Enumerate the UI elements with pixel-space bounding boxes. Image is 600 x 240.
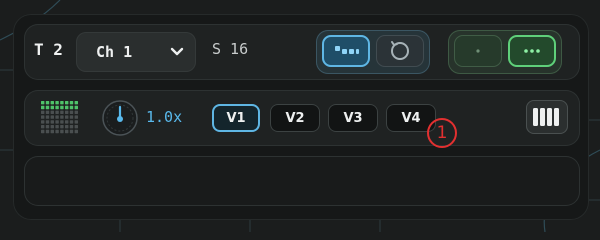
grid-cell bbox=[74, 115, 78, 119]
empty-lane-row bbox=[24, 156, 580, 206]
grid-cell bbox=[65, 125, 69, 129]
ellipsis-icon bbox=[524, 49, 540, 53]
mode-toggle-group bbox=[316, 30, 430, 74]
grid-cell bbox=[45, 101, 50, 105]
grid-cell bbox=[60, 110, 64, 114]
chevron-down-icon bbox=[170, 47, 184, 56]
pattern-icon bbox=[335, 46, 359, 54]
grid-cell bbox=[41, 105, 45, 110]
grid-cell bbox=[65, 120, 69, 124]
speed-value: 1.0x bbox=[146, 108, 183, 126]
grid-cell bbox=[69, 125, 74, 129]
variation-v3-button[interactable]: V3 bbox=[328, 104, 378, 132]
grid-cell bbox=[65, 105, 69, 110]
channel-label: Ch 1 bbox=[96, 43, 133, 61]
grid-cell bbox=[69, 129, 74, 134]
grid-cell bbox=[65, 110, 69, 114]
grid-cell bbox=[74, 110, 78, 114]
output-toggle-group bbox=[448, 30, 562, 74]
level-meter-icon bbox=[533, 108, 559, 126]
grid-cell bbox=[41, 101, 45, 105]
grid-cell bbox=[74, 120, 78, 124]
grid-cell bbox=[60, 101, 64, 105]
grid-cell bbox=[50, 101, 54, 105]
grid-cell bbox=[45, 115, 50, 119]
step-count-label: S 16 bbox=[212, 40, 249, 58]
grid-cell bbox=[69, 101, 74, 105]
single-dot-button[interactable] bbox=[454, 35, 502, 67]
pattern-mode-button[interactable] bbox=[322, 35, 370, 67]
grid-cell bbox=[41, 120, 45, 124]
grid-cell bbox=[69, 105, 74, 110]
grid-cell bbox=[74, 129, 78, 134]
grid-cell bbox=[55, 120, 59, 124]
grid-cell bbox=[60, 129, 64, 134]
grid-cell bbox=[65, 115, 69, 119]
grid-cell bbox=[65, 101, 69, 105]
grid-cell bbox=[69, 115, 74, 119]
level-meter-button[interactable] bbox=[526, 100, 568, 134]
grid-cell bbox=[41, 115, 45, 119]
grid-cell bbox=[50, 115, 54, 119]
grid-cell bbox=[50, 105, 54, 110]
loop-mode-button[interactable] bbox=[376, 35, 424, 67]
variation-v1-button[interactable]: V1 bbox=[212, 104, 260, 132]
grid-cell bbox=[60, 105, 64, 110]
grid-cell bbox=[50, 125, 54, 129]
grid-cell bbox=[69, 120, 74, 124]
step-grid-icon[interactable] bbox=[40, 100, 80, 138]
track-label: T 2 bbox=[34, 40, 63, 59]
grid-cell bbox=[45, 120, 50, 124]
variation-controls-row: 1.0x V1 V2 V3 V4 bbox=[24, 90, 580, 146]
annotation-marker: 1 bbox=[427, 118, 457, 148]
grid-cell bbox=[69, 110, 74, 114]
dot-icon bbox=[476, 49, 480, 53]
grid-cell bbox=[60, 125, 64, 129]
loop-icon bbox=[391, 41, 409, 60]
grid-cell bbox=[55, 125, 59, 129]
channel-select[interactable]: Ch 1 bbox=[76, 32, 196, 72]
grid-cell bbox=[50, 129, 54, 134]
grid-cell bbox=[45, 110, 50, 114]
dial-icon[interactable] bbox=[100, 98, 140, 138]
grid-cell bbox=[45, 129, 50, 134]
grid-cell bbox=[41, 125, 45, 129]
grid-cell bbox=[74, 125, 78, 129]
grid-cell bbox=[55, 105, 59, 110]
grid-cell bbox=[45, 125, 50, 129]
grid-cell bbox=[50, 120, 54, 124]
grid-cell bbox=[55, 101, 59, 105]
grid-cell bbox=[50, 110, 54, 114]
grid-cell bbox=[65, 129, 69, 134]
grid-cell bbox=[74, 101, 78, 105]
grid-cell bbox=[45, 105, 50, 110]
grid-cell bbox=[41, 129, 45, 134]
track-header-row: T 2 Ch 1 S 16 bbox=[24, 24, 580, 80]
more-options-button[interactable] bbox=[508, 35, 556, 67]
variation-v2-button[interactable]: V2 bbox=[270, 104, 320, 132]
grid-cell bbox=[41, 110, 45, 114]
grid-cell bbox=[74, 105, 78, 110]
grid-cell bbox=[55, 115, 59, 119]
grid-cell bbox=[60, 115, 64, 119]
grid-cell bbox=[55, 110, 59, 114]
grid-cell bbox=[55, 129, 59, 134]
grid-cell bbox=[60, 120, 64, 124]
